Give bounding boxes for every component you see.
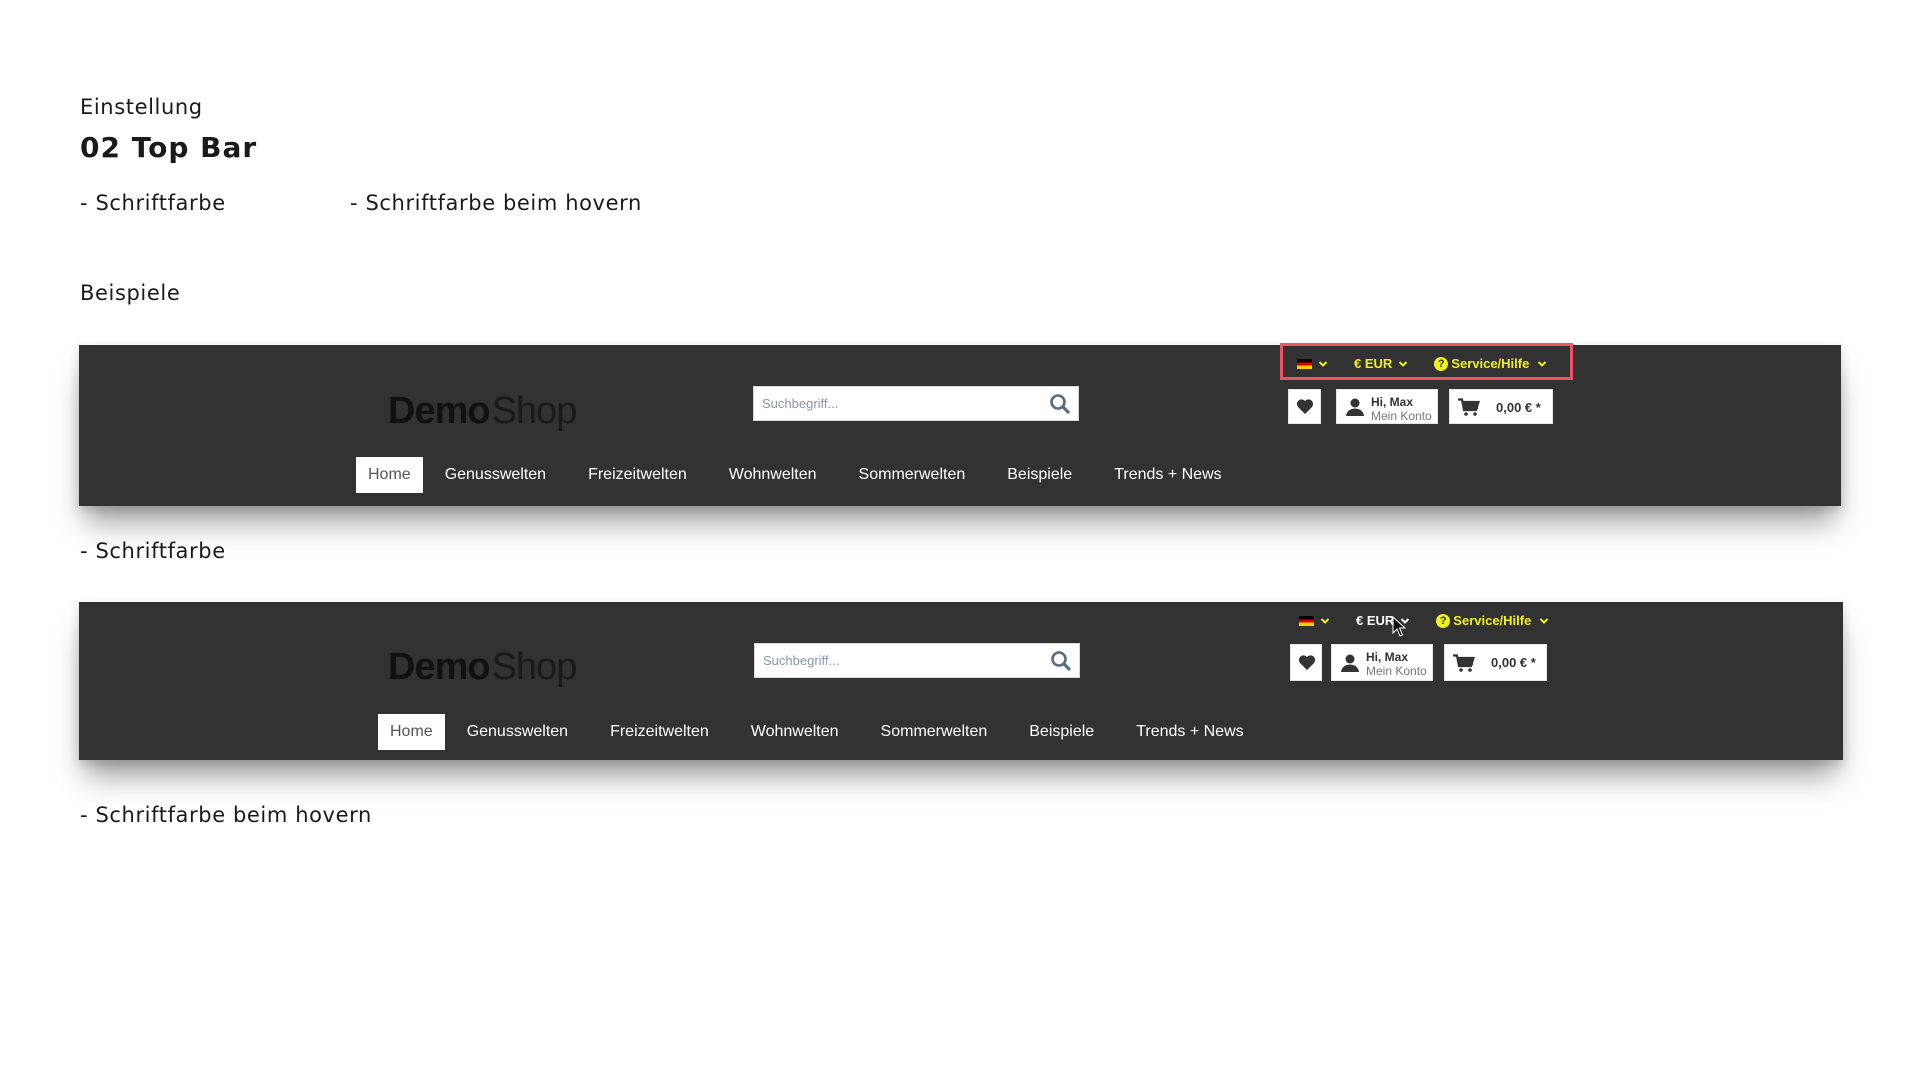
heart-icon: [1298, 655, 1316, 670]
cart-total: 0,00 € *: [1496, 400, 1541, 415]
page-title: 02 Top Bar: [80, 131, 258, 164]
help-icon: ?: [1436, 613, 1451, 628]
search-input[interactable]: [762, 387, 1022, 420]
logo-bold: Demo: [388, 390, 491, 432]
logo-bold: Demo: [388, 646, 491, 688]
main-navigation: Home Genusswelten Freizeitwelten Wohnwel…: [356, 457, 1234, 493]
nav-item-beispiele[interactable]: Beispiele: [1017, 714, 1106, 750]
cart-icon: [1458, 398, 1480, 416]
account-greeting: Hi, Max: [1371, 395, 1414, 409]
shop-logo[interactable]: DemoShop: [388, 390, 578, 432]
main-navigation: Home Genusswelten Freizeitwelten Wohnwel…: [378, 714, 1256, 750]
nav-item-freizeitwelten[interactable]: Freizeitwelten: [576, 457, 699, 493]
search-input[interactable]: [763, 644, 1023, 677]
service-menu[interactable]: ? Service/Hilfe: [1436, 613, 1549, 628]
shop-logo[interactable]: DemoShop: [388, 646, 578, 688]
currency-label: € EUR: [1356, 613, 1395, 628]
nav-item-trends-news[interactable]: Trends + News: [1102, 457, 1233, 493]
caption-example-2: - Schriftfarbe beim hovern: [80, 803, 372, 827]
nav-item-sommerwelten[interactable]: Sommerwelten: [847, 457, 978, 493]
setting-font-color: - Schriftfarbe: [80, 191, 226, 215]
search-button[interactable]: [1049, 649, 1073, 673]
language-switcher[interactable]: [1299, 615, 1330, 626]
mouse-cursor-icon: [1392, 616, 1407, 637]
top-bar: € EUR ? Service/Hilfe: [1299, 607, 1549, 634]
account-label: Mein Konto: [1366, 664, 1427, 678]
account-button[interactable]: Hi, Max Mein Konto: [1336, 389, 1438, 424]
highlight-frame: [1280, 343, 1573, 380]
shop-header-example-1: DemoShop € EUR ? Service/Hilfe Hi, Max M…: [79, 343, 1841, 506]
shop-header-example-2: DemoShop € EUR ? Service/Hilfe Hi, Max M…: [79, 602, 1843, 760]
section-label: Einstellung: [80, 95, 203, 119]
cart-total: 0,00 € *: [1491, 655, 1536, 670]
cart-button[interactable]: 0,00 € *: [1449, 389, 1553, 424]
cart-icon: [1453, 654, 1475, 672]
wishlist-button[interactable]: [1288, 389, 1321, 424]
user-icon: [1346, 398, 1364, 416]
nav-item-genusswelten[interactable]: Genusswelten: [455, 714, 580, 750]
search-box: [753, 386, 1079, 421]
search-icon: [1050, 394, 1070, 414]
chevron-down-icon: [1320, 617, 1330, 624]
nav-item-home[interactable]: Home: [356, 457, 423, 493]
examples-label: Beispiele: [80, 281, 181, 305]
search-icon: [1051, 651, 1071, 671]
nav-item-genusswelten[interactable]: Genusswelten: [433, 457, 558, 493]
account-button[interactable]: Hi, Max Mein Konto: [1331, 644, 1433, 681]
search-box: [754, 643, 1080, 678]
setting-font-color-hover: - Schriftfarbe beim hovern: [350, 191, 642, 215]
user-icon: [1341, 654, 1359, 672]
caption-example-1: - Schriftfarbe: [80, 539, 226, 563]
nav-item-wohnwelten[interactable]: Wohnwelten: [739, 714, 851, 750]
nav-item-sommerwelten[interactable]: Sommerwelten: [869, 714, 1000, 750]
cart-button[interactable]: 0,00 € *: [1444, 644, 1547, 681]
heart-icon: [1296, 399, 1314, 414]
account-greeting: Hi, Max: [1366, 650, 1409, 664]
nav-item-home[interactable]: Home: [378, 714, 445, 750]
nav-item-wohnwelten[interactable]: Wohnwelten: [717, 457, 829, 493]
wishlist-button[interactable]: [1290, 644, 1322, 681]
search-button[interactable]: [1048, 392, 1072, 416]
logo-light: Shop: [491, 390, 578, 432]
nav-item-freizeitwelten[interactable]: Freizeitwelten: [598, 714, 721, 750]
logo-light: Shop: [491, 646, 578, 688]
service-label: Service/Hilfe: [1453, 613, 1532, 628]
chevron-down-icon: [1540, 617, 1549, 624]
german-flag-icon: [1299, 615, 1314, 626]
account-label: Mein Konto: [1371, 409, 1432, 423]
nav-item-beispiele[interactable]: Beispiele: [995, 457, 1084, 493]
nav-item-trends-news[interactable]: Trends + News: [1124, 714, 1255, 750]
